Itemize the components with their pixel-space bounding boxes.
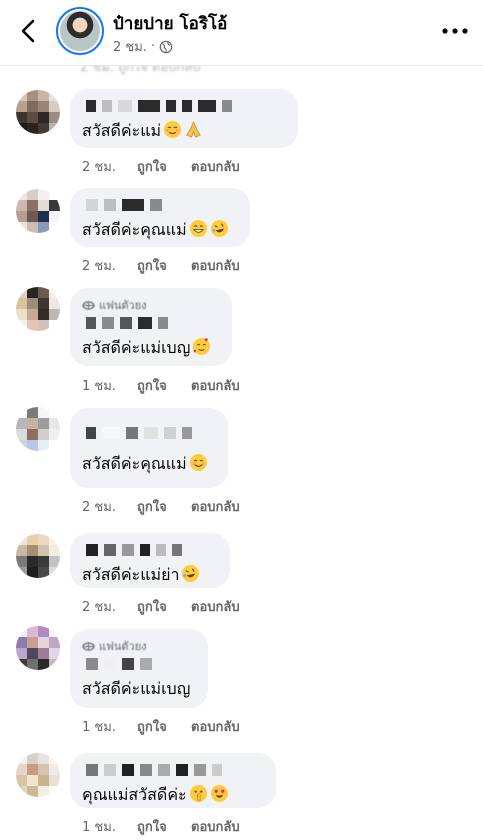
- redacted-name: [86, 763, 264, 777]
- redacted-name: [86, 198, 238, 212]
- redacted-name: [86, 418, 216, 448]
- comment-actions: 1 ชม. ถูกใจ ตอบกลับ: [82, 816, 240, 837]
- commenter-avatar[interactable]: [16, 189, 60, 233]
- reply-link[interactable]: ตอบกลับ: [191, 375, 240, 396]
- comment-actions: 2 ชม. ถูกใจ ตอบกลับ: [82, 596, 240, 617]
- comment-time: 2 ชม.: [82, 600, 116, 615]
- redacted-name: [86, 316, 220, 330]
- top-fan-icon: [82, 300, 95, 310]
- comment-bubble[interactable]: สวัสดีค่ะคุณแม่: [70, 408, 228, 488]
- post-meta: 2 ชม. ·: [113, 36, 173, 57]
- author-name[interactable]: ป๋ายปาย โอริโอ้: [113, 10, 227, 37]
- top-fan-badge: แฟนตัวยง: [82, 637, 196, 655]
- redacted-name: [86, 99, 286, 113]
- comment-time: 1 ชม.: [82, 379, 116, 394]
- rofl-face-icon: [210, 219, 228, 238]
- relieved-face-icon: [164, 120, 182, 139]
- post-time: 2 ชม.: [113, 40, 147, 55]
- folded-hands-icon: [186, 120, 201, 138]
- smiling-hearts-face-icon: [193, 337, 211, 356]
- comment-actions: 2 ชม. ถูกใจ ตอบกลับ: [82, 255, 240, 276]
- comment-bubble[interactable]: คุณแม่สวัสดีค่ะ: [70, 753, 276, 808]
- comment-text: สวัสดีค่ะแม่ย่า: [82, 563, 218, 588]
- comment-text: สวัสดีค่ะแม่: [82, 119, 286, 144]
- comment-bubble[interactable]: สวัสดีค่ะคุณแม่: [70, 188, 250, 247]
- commenter-avatar[interactable]: [16, 753, 60, 797]
- back-arrow-icon[interactable]: [14, 16, 44, 46]
- comment-bubble[interactable]: สวัสดีค่ะแม่: [70, 89, 298, 148]
- reply-link[interactable]: ตอบกลับ: [191, 816, 240, 837]
- commenter-avatar[interactable]: [16, 626, 60, 670]
- reply-link[interactable]: ตอบกลับ: [191, 496, 240, 517]
- comment-actions: 1 ชม. ถูกใจ ตอบกลับ: [82, 716, 240, 737]
- commenter-avatar[interactable]: [16, 90, 60, 134]
- grinning-face-icon: [189, 219, 207, 238]
- comment-time: 1 ชม.: [82, 720, 116, 735]
- comment-time: 2 ชม.: [82, 500, 116, 515]
- like-link[interactable]: ถูกใจ: [137, 716, 191, 737]
- comment-bubble[interactable]: แฟนตัวยง สวัสดีค่ะแม่เบญ: [70, 288, 232, 366]
- like-link[interactable]: ถูกใจ: [137, 596, 191, 617]
- commenter-avatar[interactable]: [16, 407, 60, 451]
- rofl-face-icon: [182, 564, 200, 583]
- comment-actions: 1 ชม. ถูกใจ ตอบกลับ: [82, 375, 240, 396]
- comment-bubble[interactable]: แฟนตัวยง สวัสดีค่ะแม่เบญ: [70, 629, 208, 708]
- like-link[interactable]: ถูกใจ: [137, 816, 191, 837]
- comment-actions: 2 ชม. ถูกใจ ตอบกลับ: [82, 156, 240, 177]
- reply-link[interactable]: ตอบกลับ: [191, 596, 240, 617]
- comment-text: สวัสดีค่ะคุณแม่: [82, 218, 238, 243]
- reply-link[interactable]: ตอบกลับ: [191, 716, 240, 737]
- redacted-name: [86, 657, 196, 671]
- heart-eyes-face-icon: [210, 784, 228, 803]
- post-header: ป๋ายปาย โอริโอ้ 2 ชม. ·: [0, 0, 483, 66]
- like-link[interactable]: ถูกใจ: [137, 156, 191, 177]
- like-link[interactable]: ถูกใจ: [137, 255, 191, 276]
- smiling-face-icon: [189, 453, 207, 472]
- comment-text: สวัสดีค่ะแม่เบญ: [82, 679, 191, 698]
- comment-text: สวัสดีค่ะคุณแม่: [82, 452, 216, 477]
- reply-link[interactable]: ตอบกลับ: [191, 156, 240, 177]
- more-options-icon[interactable]: [440, 24, 470, 38]
- comment-time: 2 ชม.: [82, 259, 116, 274]
- comment-time: 2 ชม.: [82, 160, 116, 175]
- comment-actions: 2 ชม. ถูกใจ ตอบกลับ: [82, 496, 240, 517]
- comment-text: สวัสดีค่ะแม่เบญ: [82, 336, 220, 361]
- comment-time: 1 ชม.: [82, 820, 116, 835]
- author-avatar[interactable]: [56, 7, 104, 55]
- comment-text: คุณแม่สวัสดีค่ะ: [82, 783, 264, 808]
- reply-link[interactable]: ตอบกลับ: [191, 255, 240, 276]
- commenter-avatar[interactable]: [16, 287, 60, 331]
- globe-icon: [159, 40, 173, 53]
- commenter-avatar[interactable]: [16, 534, 60, 578]
- shushing-face-icon: [189, 784, 207, 803]
- meta-separator: ·: [150, 39, 156, 54]
- redacted-name: [86, 543, 218, 557]
- like-link[interactable]: ถูกใจ: [137, 375, 191, 396]
- top-fan-icon: [82, 641, 95, 651]
- like-link[interactable]: ถูกใจ: [137, 496, 191, 517]
- top-fan-badge: แฟนตัวยง: [82, 296, 220, 314]
- comment-bubble[interactable]: สวัสดีค่ะแม่ย่า: [70, 533, 230, 588]
